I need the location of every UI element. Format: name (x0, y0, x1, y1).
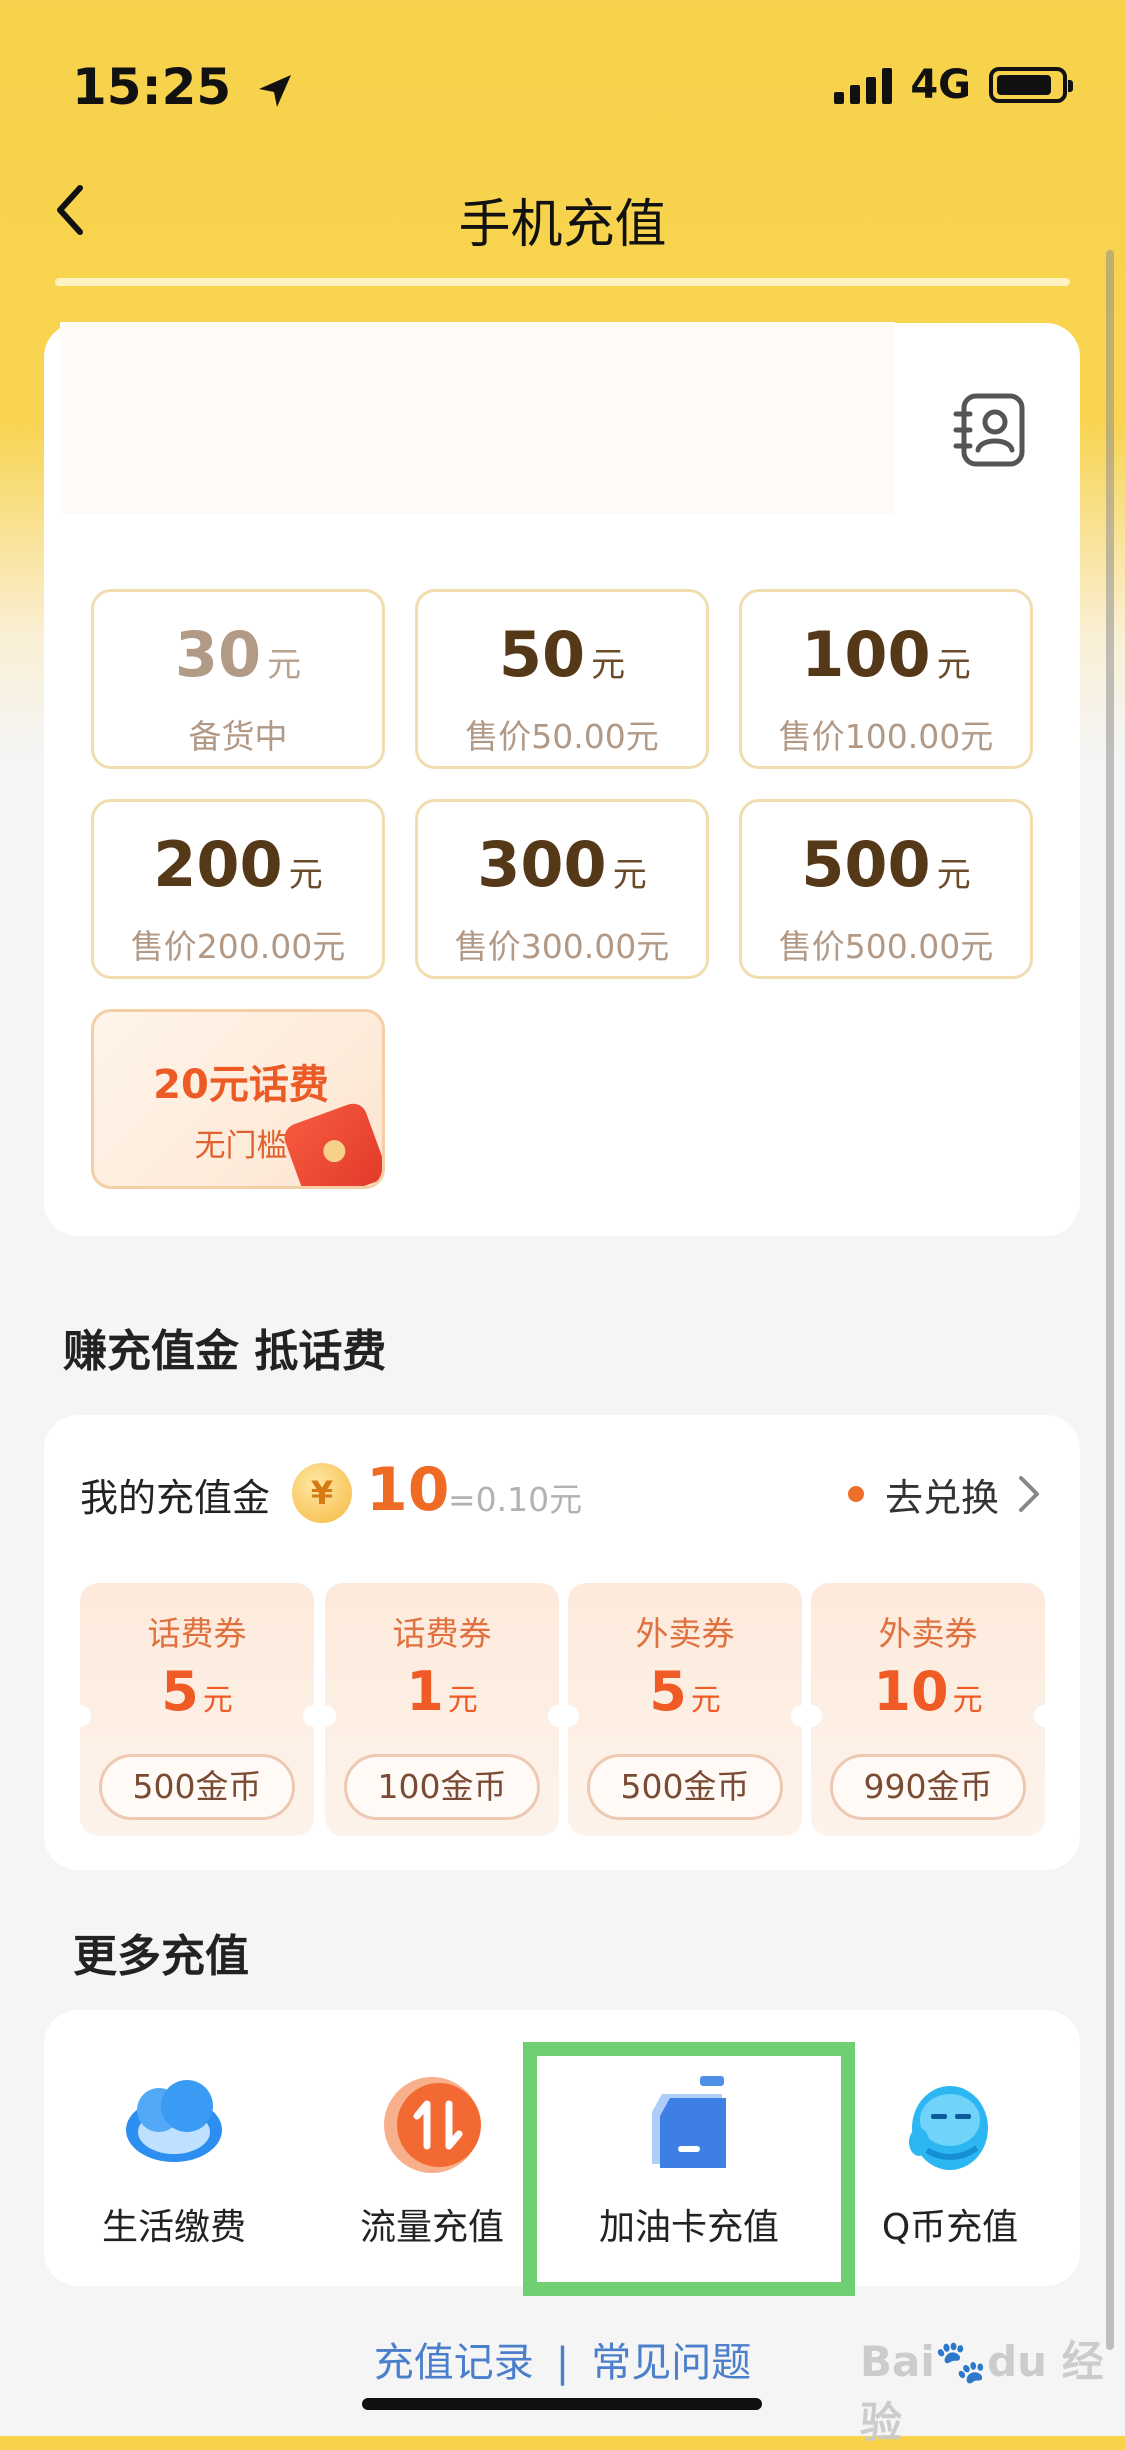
option-unit: 元 (936, 645, 971, 685)
topup-option-200[interactable]: 200 元 售价200.00元 (91, 799, 385, 979)
coupon-type: 外卖券 (878, 1614, 978, 1653)
service-qcoin[interactable]: Q币充值 (825, 2070, 1075, 2250)
exchange-link[interactable]: 去兑换 (885, 1467, 999, 1522)
option-price: 售价100.00元 (778, 717, 994, 756)
coupon-card[interactable]: 外卖券 5元 500金币 (557, 1583, 813, 1836)
service-label: 流量充值 (359, 2207, 504, 2248)
faq-link[interactable]: 常见问题 (591, 2340, 751, 2386)
topup-option-100[interactable]: 100 元 售价100.00元 (739, 589, 1033, 769)
option-amount: 500 (801, 828, 931, 901)
option-unit: 元 (936, 855, 971, 895)
topup-option-300[interactable]: 300 元 售价300.00元 (415, 799, 709, 979)
recharge-records-link[interactable]: 充值记录 (374, 2340, 534, 2386)
network-type: 4G (910, 62, 971, 108)
data-arrows-icon (377, 2070, 487, 2180)
notification-dot (848, 1486, 864, 1502)
topup-option-30[interactable]: 30 元 备货中 (91, 589, 385, 769)
gift-title: 20元话费 (153, 1062, 329, 1108)
coupon-type: 外卖券 (635, 1614, 735, 1653)
topup-option-500[interactable]: 500 元 售价500.00元 (739, 799, 1033, 979)
battery-icon (989, 67, 1073, 103)
coupon-price-button[interactable]: 990金币 (830, 1754, 1026, 1820)
coupon-price-button[interactable]: 500金币 (99, 1754, 295, 1820)
coupon-card[interactable]: 话费券 1元 100金币 (314, 1583, 570, 1836)
coupon-unit: 元 (952, 1683, 983, 1718)
service-label: Q币充值 (881, 2207, 1019, 2248)
coupon-card[interactable]: 话费券 5元 500金币 (69, 1583, 325, 1836)
option-amount: 100 (801, 618, 931, 691)
gift-coupon-card[interactable]: 20元话费 无门槛 (91, 1009, 385, 1189)
option-price: 售价50.00元 (465, 717, 659, 756)
cellular-signal-icon (834, 66, 893, 104)
earn-section-title: 赚充值金 抵话费 (63, 1326, 387, 1377)
scrollbar[interactable] (1106, 250, 1114, 2350)
option-amount: 300 (477, 828, 607, 901)
qq-penguin-icon (895, 2070, 1005, 2180)
link-separator: | (555, 2340, 570, 2386)
option-price: 售价500.00元 (778, 927, 994, 966)
cloud-icon (119, 2070, 229, 2180)
service-life-payment[interactable]: 生活缴费 (49, 2070, 299, 2250)
option-amount: 30 (174, 618, 262, 691)
service-label: 生活缴费 (101, 2207, 246, 2248)
highlight-box (523, 2042, 855, 2296)
option-unit: 元 (288, 855, 323, 895)
coupon-value: 5 (649, 1660, 687, 1723)
coupon-price-button[interactable]: 100金币 (344, 1754, 540, 1820)
status-time: 15:25 (72, 58, 295, 116)
coupon-type: 话费券 (392, 1614, 492, 1653)
coupon-unit: 元 (202, 1683, 233, 1718)
location-arrow-icon (258, 74, 291, 107)
service-data-recharge[interactable]: 流量充值 (307, 2070, 557, 2250)
option-price: 售价200.00元 (130, 927, 346, 966)
coupon-unit: 元 (447, 1683, 478, 1718)
coupon-price-button[interactable]: 500金币 (587, 1754, 783, 1820)
contact-book-icon[interactable] (950, 390, 1030, 470)
option-unit: 元 (612, 855, 647, 895)
coupon-type: 话费券 (147, 1614, 247, 1653)
my-recharge-gold-label: 我的充值金 (80, 1476, 271, 1520)
coupon-unit: 元 (690, 1683, 721, 1718)
coupon-card[interactable]: 外卖券 10 元 990金币 (800, 1583, 1056, 1836)
topup-option-50[interactable]: 50 元 售价50.00元 (415, 589, 709, 769)
baidu-watermark-logo: Bai🐾du 经验 (860, 2337, 1104, 2447)
option-status: 备货中 (188, 717, 288, 756)
coupon-value: 5 (161, 1660, 199, 1723)
page-title: 手机充值 (458, 195, 667, 255)
chevron-right-icon[interactable] (1015, 1474, 1043, 1514)
coupon-value: 10 (873, 1660, 949, 1723)
option-amount: 200 (153, 828, 283, 901)
status-indicators: 4G (834, 62, 1073, 108)
coin-equivalent: =0.10元 (448, 1480, 583, 1519)
coupon-value: 1 (406, 1660, 444, 1723)
coin-icon: ¥ (292, 1463, 352, 1523)
option-amount: 50 (498, 618, 586, 691)
home-indicator[interactable] (362, 2398, 762, 2410)
redacted-phone-area (60, 322, 895, 514)
option-unit: 元 (267, 645, 302, 685)
more-section-title: 更多充值 (73, 1931, 249, 1982)
option-price: 售价300.00元 (454, 927, 670, 966)
header-divider (55, 278, 1070, 286)
coin-count: 10 (366, 1455, 450, 1525)
option-unit: 元 (591, 645, 626, 685)
red-envelope-icon (280, 1099, 382, 1186)
